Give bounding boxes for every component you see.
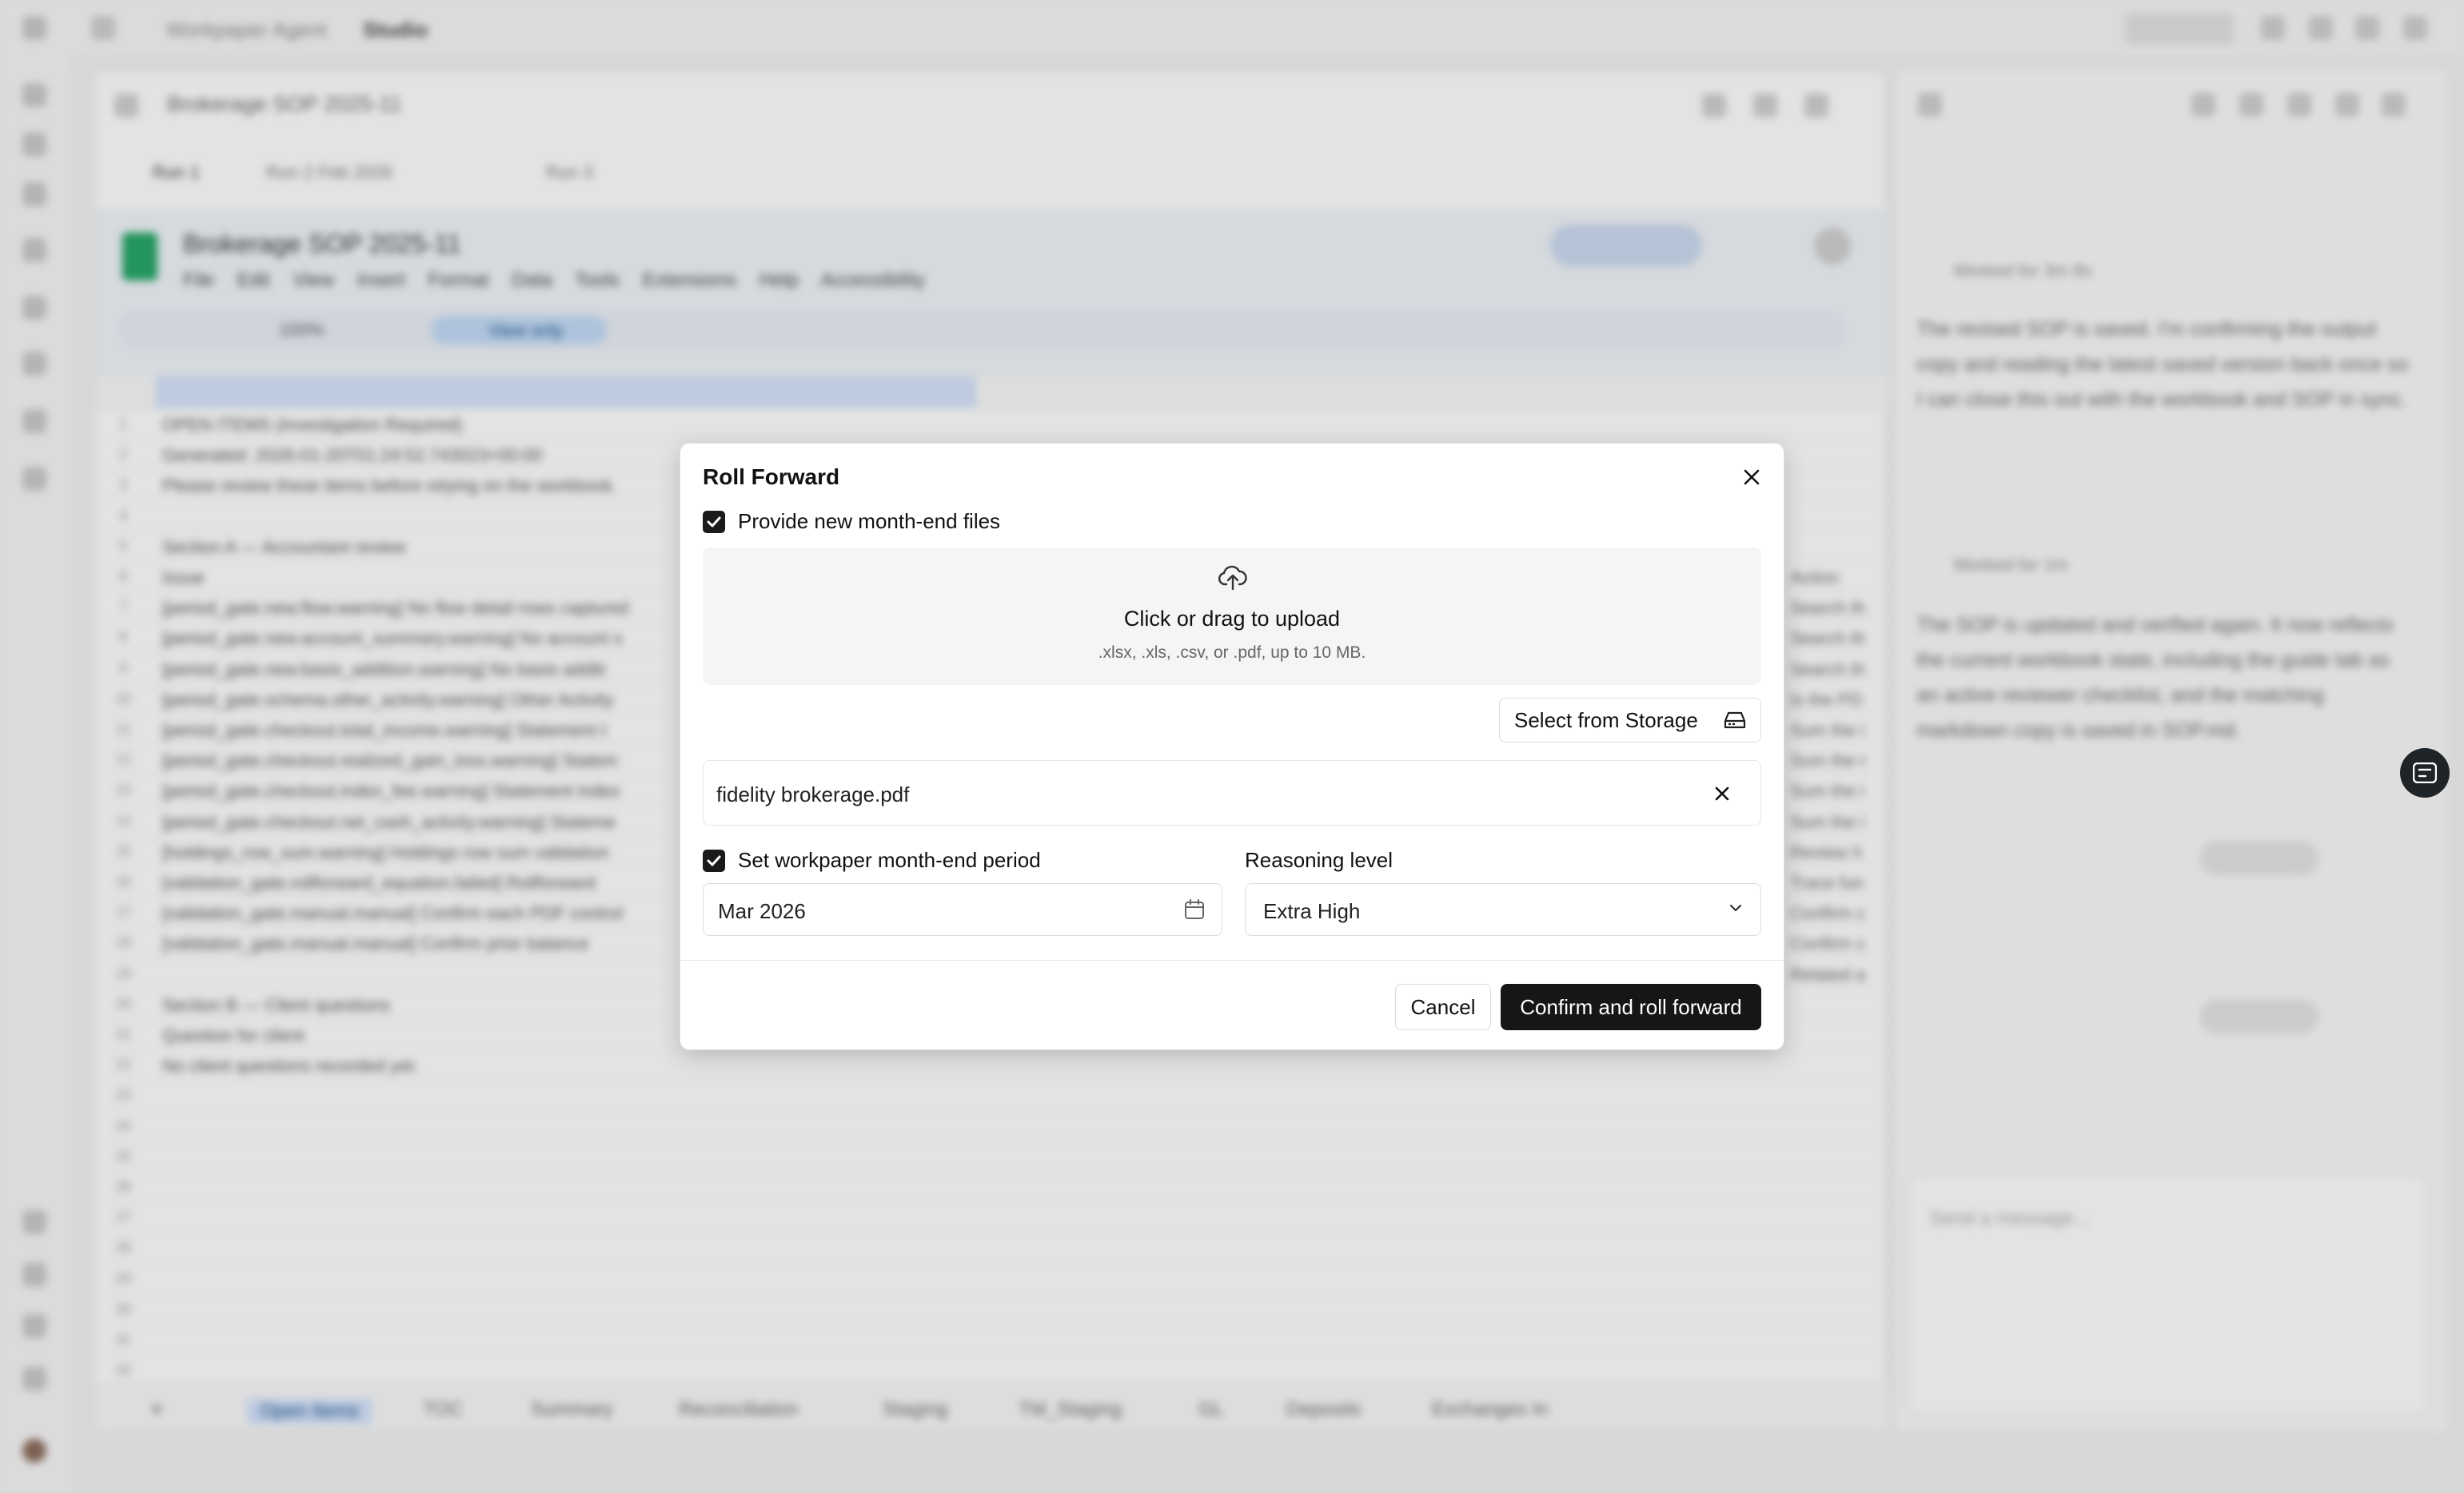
reasoning-level-value: Extra High: [1263, 899, 1361, 923]
select-from-storage-label: Select from Storage: [1514, 707, 1698, 732]
chat-list-icon: [2413, 762, 2437, 783]
hard-drive-icon: [1724, 711, 1746, 729]
chevron-down-icon: [1729, 904, 1742, 912]
dialog-title: Roll Forward: [703, 464, 840, 489]
close-icon: [1744, 469, 1760, 485]
upload-hint: .xlsx, .xls, .csv, or .pdf, up to 10 MB.: [1098, 643, 1366, 662]
period-date-input[interactable]: Mar 2026: [703, 883, 1222, 936]
checkbox-checked-icon: [707, 855, 721, 866]
calendar-icon[interactable]: [1183, 898, 1206, 921]
reasoning-level-select[interactable]: Extra High: [1245, 883, 1761, 936]
cloud-upload-icon: [1218, 565, 1247, 591]
cancel-button[interactable]: Cancel: [1395, 984, 1491, 1030]
select-from-storage-button[interactable]: Select from Storage: [1499, 698, 1761, 743]
provide-files-label: Provide new month-end files: [738, 509, 1001, 533]
upload-dropzone[interactable]: Click or drag to upload .xlsx, .xls, .cs…: [703, 547, 1761, 685]
file-name: fidelity brokerage.pdf: [716, 782, 910, 806]
confirm-roll-forward-button[interactable]: Confirm and roll forward: [1501, 984, 1761, 1030]
checkbox-checked-icon: [707, 516, 721, 527]
set-period-option[interactable]: Set workpaper month-end period: [703, 848, 1041, 873]
provide-files-checkbox[interactable]: [703, 510, 725, 533]
set-period-label: Set workpaper month-end period: [738, 848, 1041, 872]
uploaded-file-item: fidelity brokerage.pdf: [703, 760, 1761, 826]
reasoning-level-label: Reasoning level: [1245, 848, 1393, 872]
close-button[interactable]: [1736, 461, 1768, 493]
dialog-divider: [680, 960, 1784, 961]
set-period-checkbox[interactable]: [703, 849, 725, 872]
upload-instruction: Click or drag to upload: [1123, 607, 1341, 631]
provide-files-option[interactable]: Provide new month-end files: [703, 509, 1000, 534]
period-date-value: Mar 2026: [718, 899, 806, 923]
roll-forward-dialog: Roll Forward Provide new month-end files…: [680, 443, 1784, 1050]
chat-list-button[interactable]: [2400, 748, 2450, 798]
remove-file-button[interactable]: [1708, 779, 1736, 808]
x-icon: [1715, 786, 1729, 801]
